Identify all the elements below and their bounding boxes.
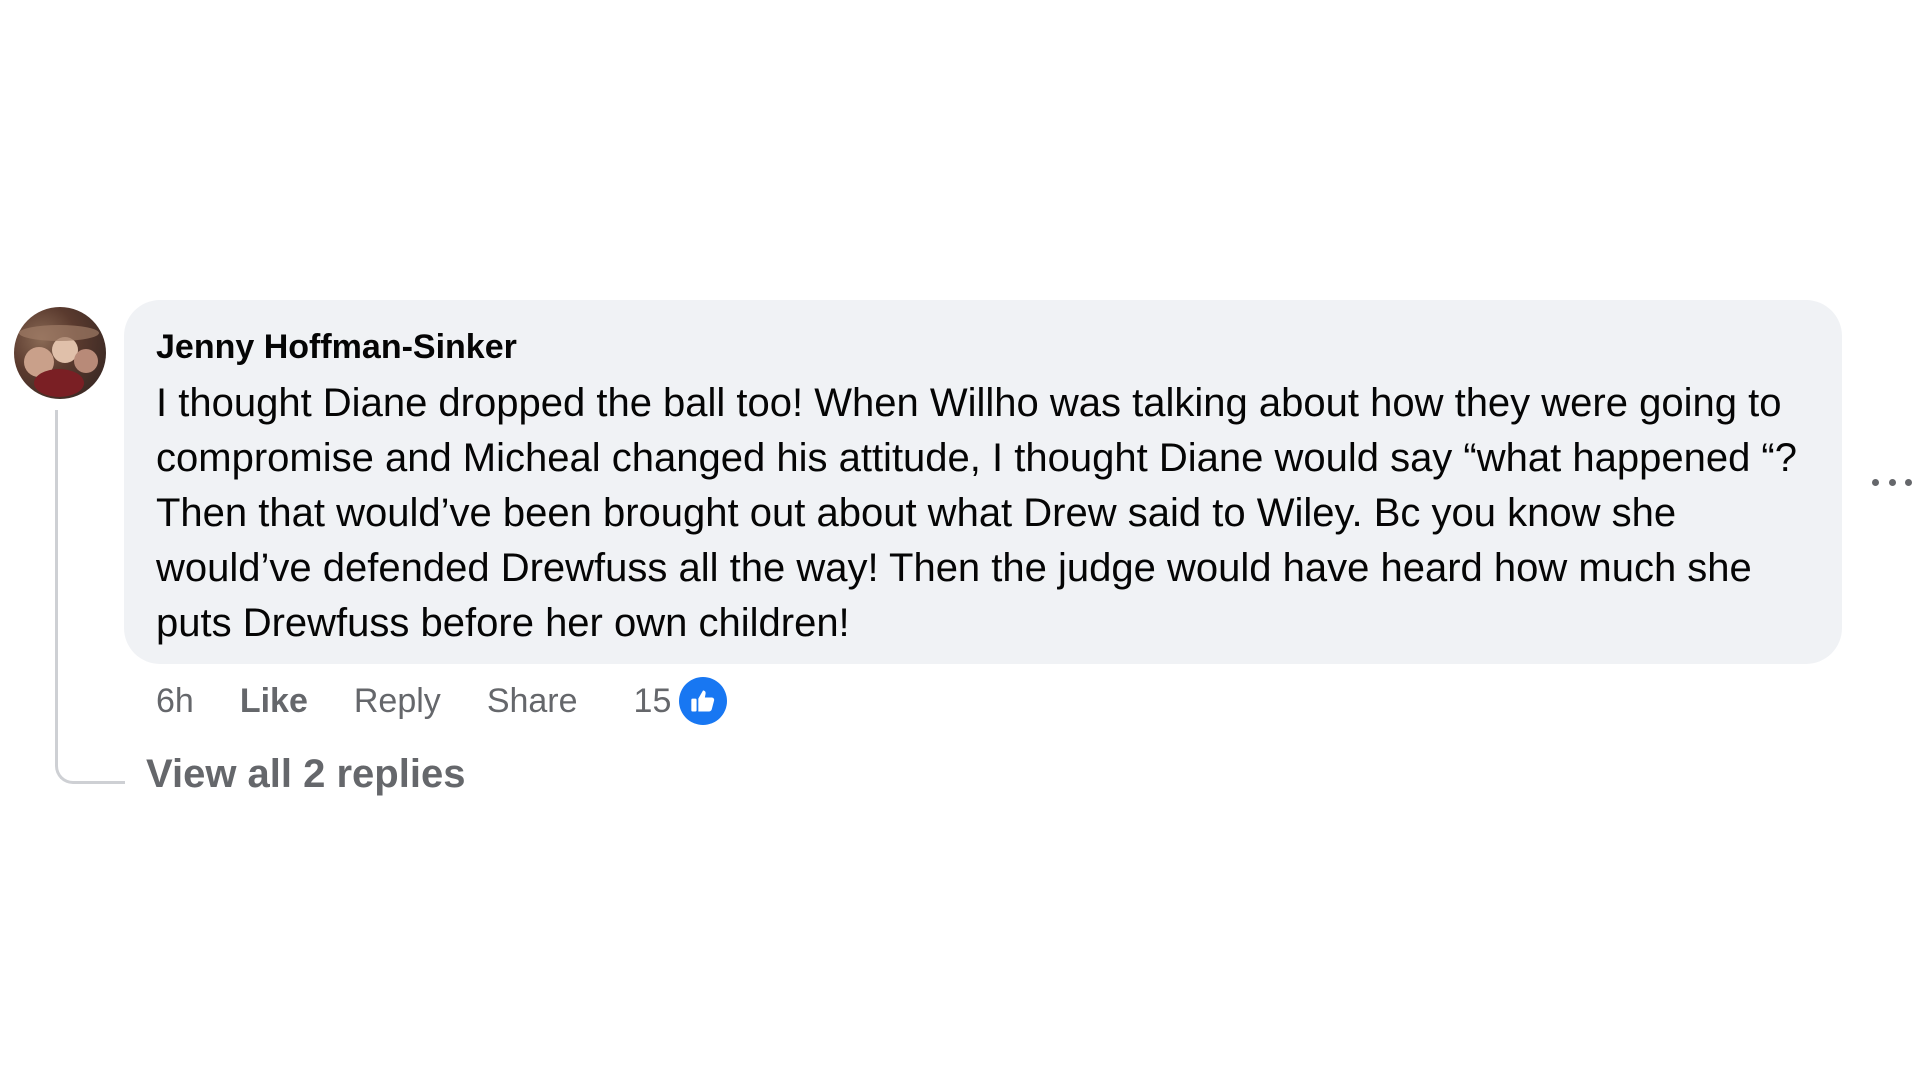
comment-thread: Jenny Hoffman-Sinker I thought Diane dro… xyxy=(0,0,1920,1080)
comment-text: I thought Diane dropped the ball too! Wh… xyxy=(156,381,1797,645)
view-replies-link[interactable]: View all 2 replies xyxy=(146,752,465,797)
avatar[interactable] xyxy=(14,307,106,399)
reply-button[interactable]: Reply xyxy=(354,682,441,721)
comment-bubble: Jenny Hoffman-Sinker I thought Diane dro… xyxy=(124,300,1842,664)
thumbs-up-icon xyxy=(679,677,728,725)
reaction-count: 15 xyxy=(633,681,672,720)
comment-actions: 6h Like Reply Share 15 xyxy=(156,676,728,726)
comment-timestamp[interactable]: 6h xyxy=(156,682,194,721)
more-options-icon[interactable] xyxy=(1872,462,1912,502)
reaction-summary[interactable]: 15 xyxy=(634,677,728,725)
share-button[interactable]: Share xyxy=(487,682,578,721)
like-button[interactable]: Like xyxy=(240,682,308,721)
thread-connector-line xyxy=(55,410,125,784)
comment-author[interactable]: Jenny Hoffman-Sinker xyxy=(156,326,517,368)
